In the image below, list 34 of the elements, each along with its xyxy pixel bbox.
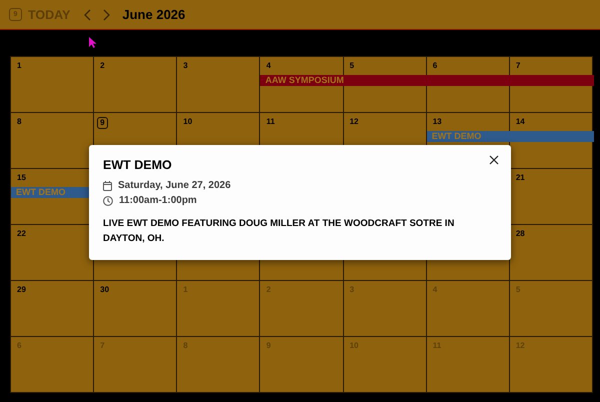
day-number: 15 — [17, 173, 26, 183]
popup-title: EWT DEMO — [103, 158, 172, 172]
event-time: 11:00am-1:00pm — [119, 195, 197, 206]
day-number: 3 — [183, 61, 188, 71]
month-title: June 2026 — [122, 7, 186, 22]
day-number: 4 — [266, 61, 271, 71]
day-number: 29 — [17, 285, 26, 295]
next-icon[interactable] — [103, 8, 110, 20]
event-bar[interactable]: AAW SYMPOSIUM — [260, 75, 594, 86]
day-number: 28 — [516, 229, 525, 239]
day-number: 11 — [266, 117, 275, 127]
day-number: 30 — [100, 285, 110, 295]
day-number: 5 — [350, 61, 354, 71]
day-number: 2 — [100, 61, 105, 71]
close-button[interactable] — [489, 155, 499, 165]
day-number: 10 — [183, 117, 192, 127]
day-number: 7 — [516, 61, 520, 71]
day-number: 13 — [432, 117, 442, 127]
clock-icon — [103, 196, 113, 206]
calendar-icon — [103, 180, 112, 190]
day-number: 22 — [17, 229, 26, 239]
previous-icon[interactable] — [84, 8, 92, 20]
day-number: 21 — [516, 173, 525, 183]
today-date: 9 — [97, 117, 108, 129]
event-bar[interactable]: EWT DEMO — [426, 131, 594, 142]
event-description: LIVE EWT DEMO FEATURING DOUG MILLER AT THE WOODCRAFT SOTRE IN DAYTON, OH. — [103, 217, 456, 246]
day-number: 1 — [17, 61, 22, 71]
event-date: Saturday, June 27, 2026 — [118, 180, 231, 191]
day-number: 8 — [17, 117, 22, 127]
close-icon — [489, 155, 499, 165]
mouse-cursor-icon — [89, 37, 97, 48]
day-number: 12 — [350, 117, 358, 127]
day-number: 14 — [516, 117, 525, 127]
day-number: 6 — [432, 61, 438, 71]
